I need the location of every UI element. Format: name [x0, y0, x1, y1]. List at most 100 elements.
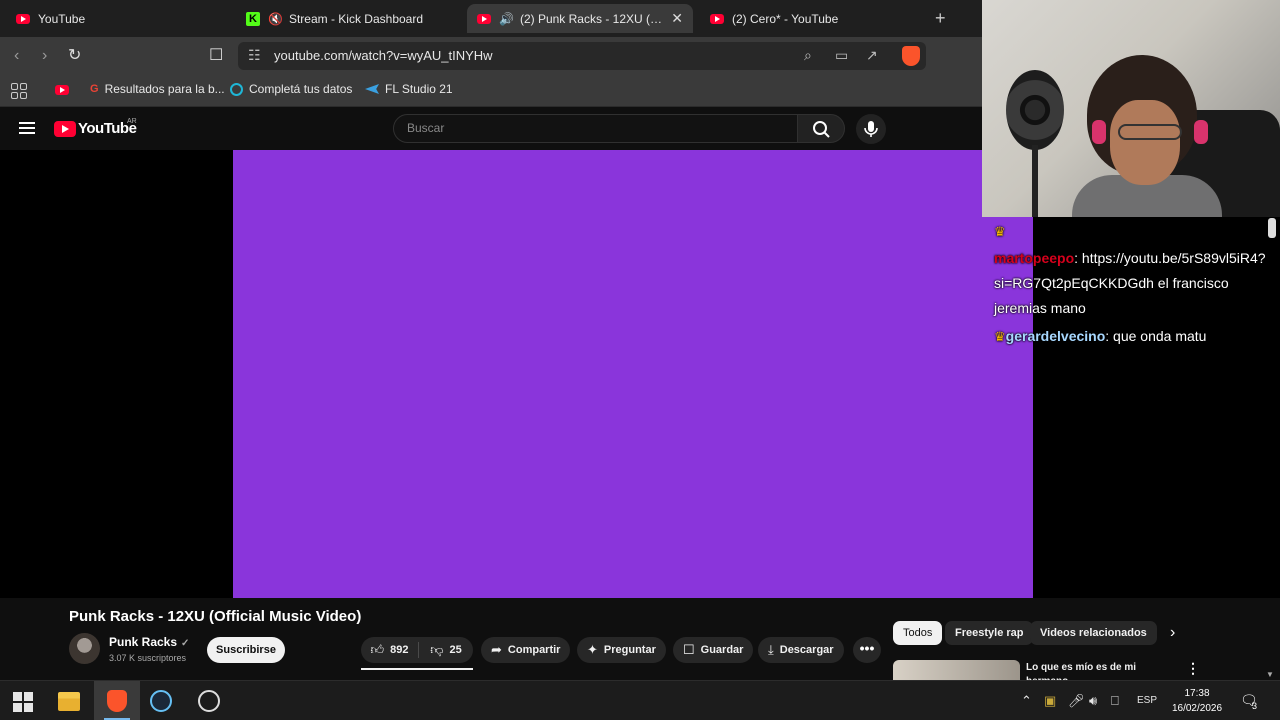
video-info-section: Punk Racks - 12XU (Official Music Video)…: [0, 598, 1280, 680]
dislike-button[interactable]: 👎︎ 25: [419, 642, 473, 658]
chat-username: gerardelvecino: [1005, 328, 1106, 344]
cast-icon[interactable]: ▭: [835, 47, 848, 64]
more-actions-button[interactable]: •••: [853, 637, 881, 663]
download-label: Descargar: [779, 644, 834, 656]
steam-icon[interactable]: [150, 690, 172, 712]
scroll-down-icon[interactable]: ▼: [1266, 670, 1274, 679]
youtube-play-icon: [54, 120, 76, 137]
site-info-icon[interactable]: ☷: [248, 47, 261, 64]
tray-app-icon[interactable]: ▣: [1044, 693, 1056, 709]
person-glasses: [1118, 124, 1182, 140]
clock-time: 17:38: [1184, 688, 1210, 699]
clock[interactable]: 17:38 16/02/2026: [1168, 686, 1226, 716]
brave-shields-icon[interactable]: [902, 46, 920, 66]
subscribe-button[interactable]: Suscribirse: [207, 637, 285, 663]
windows-taskbar: ⌃ ▣ 🎤︎ 🔊︎ ⎕ ESP 17:38 16/02/2026 🗨︎ 3: [0, 680, 1280, 720]
bookmarks-bar: G Resultados para la b... Completá tus d…: [0, 75, 982, 107]
chip-todos[interactable]: Todos: [893, 621, 943, 645]
tab-youtube[interactable]: YouTube: [6, 4, 226, 33]
bookmark-fl-studio[interactable]: FL Studio 21: [365, 82, 453, 96]
kick-icon: K: [246, 11, 260, 26]
close-icon[interactable]: ✕: [671, 10, 683, 27]
subscriber-count: 3.07 K suscriptores: [109, 653, 187, 663]
ask-label: Preguntar: [603, 644, 656, 656]
chat-username: martopeepo: [994, 250, 1075, 266]
bookmark-label: FL Studio 21: [385, 82, 453, 96]
youtube-icon: [16, 13, 30, 24]
youtube-icon: [477, 13, 491, 24]
network-icon[interactable]: ⎕: [1111, 693, 1119, 709]
menu-icon[interactable]: [19, 122, 35, 134]
share-label: Compartir: [507, 644, 561, 656]
fan-image: [1006, 70, 1064, 150]
bookmark-icon: ☐: [683, 642, 695, 657]
tab-cero-youtube[interactable]: (2) Cero* - YouTube: [700, 4, 920, 33]
search-input[interactable]: [407, 121, 777, 135]
channel-name-row[interactable]: Punk Racks ✓: [109, 635, 189, 649]
share-button[interactable]: ➦ Compartir: [481, 637, 571, 663]
address-bar[interactable]: ☷ youtube.com/watch?v=wyAU_tINYHw ⌕ ▭ ↗: [238, 42, 926, 70]
speaker-icon[interactable]: 🔊: [499, 12, 514, 26]
muted-speaker-icon[interactable]: 🔇: [268, 12, 283, 26]
kebab-menu-icon[interactable]: ⋮: [1186, 660, 1200, 677]
avatar[interactable]: [69, 633, 100, 664]
download-icon: ⤓: [768, 642, 774, 657]
bookmark-completa-datos[interactable]: Completá tus datos: [230, 82, 352, 96]
tab-title: (2) Cero* - YouTube: [732, 11, 839, 26]
search-box: [393, 114, 798, 143]
like-dislike-group: 👍︎ 892 👎︎ 25: [361, 637, 473, 663]
fl-studio-icon: [365, 84, 379, 94]
recommendation-thumbnail[interactable]: [893, 660, 1020, 680]
circle-icon: [230, 82, 243, 96]
forward-icon[interactable]: ›: [42, 46, 47, 66]
url-text[interactable]: youtube.com/watch?v=wyAU_tINYHw: [274, 48, 493, 63]
video-player[interactable]: [233, 150, 1033, 598]
chevron-right-icon[interactable]: ›: [1170, 624, 1175, 642]
file-explorer-icon[interactable]: [58, 692, 80, 711]
like-underline: [361, 668, 473, 670]
download-button[interactable]: ⤓ Descargar: [758, 637, 844, 663]
microphone-tray-icon[interactable]: 🎤︎: [1068, 693, 1085, 709]
tab-punk-racks[interactable]: 🔊 (2) Punk Racks - 12XU (Official Music …: [467, 4, 693, 33]
zoom-icon[interactable]: ⌕: [804, 47, 812, 64]
like-button[interactable]: 👍︎ 892: [361, 642, 419, 658]
dislike-count: 25: [449, 644, 462, 656]
save-button[interactable]: ☐ Guardar: [673, 637, 754, 663]
bookmark-label: Completá tus datos: [249, 82, 353, 96]
back-icon[interactable]: ‹: [14, 46, 19, 66]
headphone-left: [1092, 120, 1106, 144]
share-icon[interactable]: ↗: [866, 47, 878, 64]
apps-grid-icon[interactable]: [11, 83, 27, 99]
youtube-logo[interactable]: YouTube: [54, 120, 137, 137]
chevron-up-icon[interactable]: ⌃: [1021, 693, 1032, 709]
ask-button[interactable]: ✦ Preguntar: [577, 637, 666, 663]
chip-freestyle-rap[interactable]: Freestyle rap: [945, 621, 1034, 645]
screen: YouTube K 🔇 Stream - Kick Dashboard 🔊 (2…: [0, 0, 1280, 720]
new-tab-plus-icon[interactable]: +: [935, 8, 946, 28]
brave-icon: [107, 690, 127, 712]
crown-icon: ♛: [994, 224, 1006, 239]
browser-toolbar: ‹ › ↻ ☐ ☷ youtube.com/watch?v=wyAU_tINYH…: [0, 37, 982, 75]
chip-videos-relacionados[interactable]: Videos relacionados: [1030, 621, 1157, 645]
bookmark-icon[interactable]: ☐: [209, 46, 223, 66]
volume-icon[interactable]: 🔊︎: [1089, 693, 1097, 709]
region-code: AR: [127, 118, 137, 125]
reload-icon[interactable]: ↻: [68, 46, 81, 66]
obs-icon[interactable]: [198, 690, 220, 712]
windows-start-icon[interactable]: [13, 692, 33, 712]
verified-icon: ✓: [181, 638, 190, 649]
headphone-right: [1194, 120, 1208, 144]
youtube-header: YouTube AR: [0, 107, 982, 150]
tab-title: (2) Punk Racks - 12XU (Official Music Vi…: [519, 11, 663, 26]
webcam-overlay: [982, 0, 1280, 217]
language-indicator[interactable]: ESP: [1137, 693, 1157, 709]
voice-search-button[interactable]: [856, 114, 886, 144]
tab-kick-dashboard[interactable]: K 🔇 Stream - Kick Dashboard: [236, 4, 458, 33]
recommendation-title[interactable]: Lo que es mío es de mi hermano: [1026, 661, 1166, 680]
tab-title: YouTube: [38, 11, 86, 26]
search-button[interactable]: [797, 114, 845, 143]
bookmark-youtube[interactable]: [55, 85, 77, 95]
crown-icon: ♛: [994, 329, 1006, 344]
bookmark-google-results[interactable]: G Resultados para la b...: [90, 82, 225, 96]
bookmark-label: Resultados para la b...: [104, 82, 225, 96]
